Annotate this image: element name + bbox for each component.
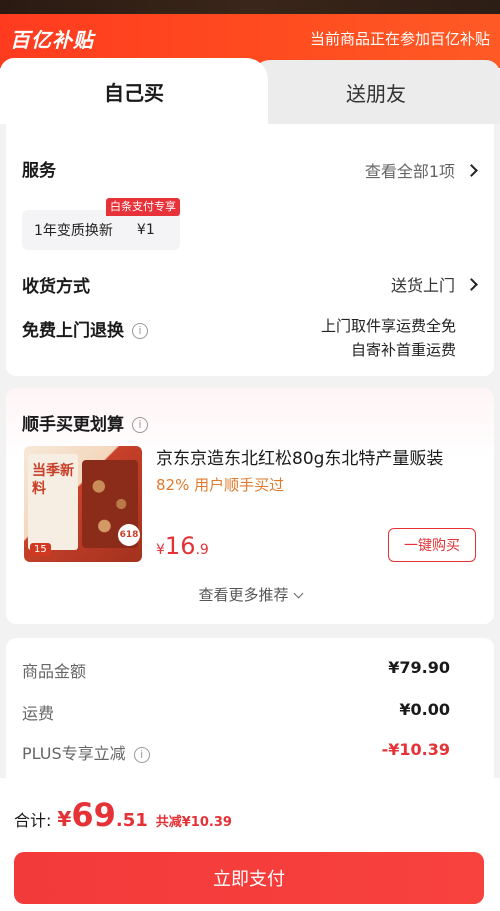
bundle-title: 顺手买更划算 i [22,410,148,435]
total-dec: .51 [115,810,148,831]
free-return-label: 免费上门退换 i [22,316,148,341]
summary-row-plus-discount: PLUS专享立减 i -¥10.39 [22,740,450,764]
subsidy-note: 当前商品正在参加百亿补贴 [309,30,490,48]
summary-label: PLUS专享立减 i [22,740,150,764]
pay-now-button[interactable]: 立即支付 [14,852,484,904]
product-subtitle: 82% 用户顺手买过 [156,476,285,494]
one-click-buy-button[interactable]: 一键购买 [388,528,476,562]
total-amount: 合计: ¥ 69 .51 共减¥10.39 [14,796,232,834]
delivery-value: 送货上门 [390,276,455,295]
free-return-text: 免费上门退换 [22,321,124,341]
product-image[interactable]: 当季新料 618 15 [24,446,142,562]
product-package: 当季新料 [28,454,78,550]
total-label: 合计: [14,811,52,830]
product-title[interactable]: 京东京造东北红松80g东北特产量贩装 [156,444,472,469]
plus-discount-text: PLUS专享立减 [22,744,126,763]
free-return-note-line1: 上门取件享运费全免 [320,317,456,335]
summary-row-shipping: 运费 ¥0.00 [22,700,450,724]
info-icon[interactable]: i [133,746,150,763]
services-view-all-text: 查看全部1项 [364,162,455,181]
bundle-card: 顺手买更划算 i 当季新料 618 15 京东京造东北红松80g东北特产量贩装 8… [6,388,494,624]
total-savings: 共减¥10.39 [155,815,232,830]
subsidy-logo: 百亿补贴 [10,28,94,52]
summary-value: ¥0.00 [399,700,450,719]
services-label: 服务 [22,161,56,181]
tab-gift-friend[interactable]: 送朋友 [252,60,500,124]
bundle-title-text: 顺手买更划算 [22,415,124,435]
info-icon[interactable]: i [132,323,148,339]
promo-618-badge: 618 [118,524,140,546]
summary-value: -¥10.39 [381,740,450,759]
delivery-label: 收货方式 [22,277,90,297]
free-return-note: 上门取件享运费全免 自寄补首重运费 [321,314,456,362]
tab-buy-self[interactable]: 自己买 [0,58,268,124]
services-view-all[interactable]: 查看全部1项 [364,158,478,182]
chevron-down-icon [293,588,303,599]
more-recommendations-text: 查看更多推荐 [198,586,289,604]
purchase-tabs: 送朋友 自己买 [0,58,500,124]
checkout-bar: 合计: ¥ 69 .51 共减¥10.39 立即支付 [0,778,500,911]
service-chip-price: ¥1 [136,222,155,238]
product-price-dec: .9 [195,542,209,558]
summary-row-goods: 商品金额 ¥79.90 [22,658,450,682]
summary-label: 商品金额 [22,662,87,681]
service-chip-tag: 白条支付专享 [106,198,180,216]
banner-background [0,0,500,14]
total-currency: ¥ [57,807,72,831]
service-chip-name: 1年变质换新 [34,223,113,239]
free-return-note-line2: 自寄补首重运费 [350,341,456,359]
service-chip[interactable]: 1年变质换新 ¥1 [22,210,180,250]
info-icon[interactable]: i [132,417,148,433]
more-recommendations[interactable]: 查看更多推荐 [6,584,494,605]
services-card: 服务 查看全部1项 1年变质换新 ¥1 白条支付专享 收货方式 送货上门 免费上… [6,124,494,376]
summary-value: ¥79.90 [388,658,450,677]
product-price-int: 16 [164,532,196,560]
product-price-currency: ¥ [156,542,165,558]
product-price: ¥16.9 [156,532,209,560]
delivery-method[interactable]: 送货上门 [390,272,478,296]
chevron-right-icon [465,277,478,291]
total-int: 69 [71,796,116,834]
summary-label: 运费 [22,704,55,723]
product-image-price: 15 [30,543,51,556]
price-summary-card: 商品金额 ¥79.90 运费 ¥0.00 PLUS专享立减 i -¥10.39 [6,638,494,778]
chevron-right-icon [465,163,478,177]
